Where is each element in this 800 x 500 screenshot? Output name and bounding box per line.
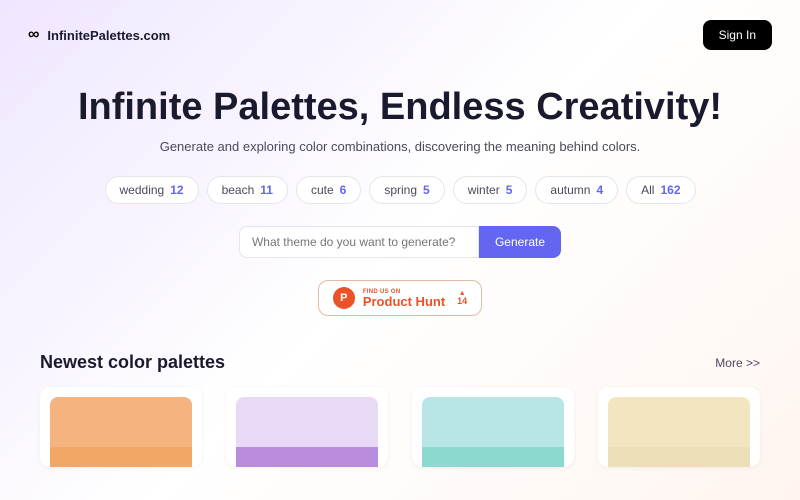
palette-grid [40, 387, 760, 467]
palette-card[interactable] [40, 387, 202, 467]
tag-cute[interactable]: cute 6 [296, 176, 361, 204]
tag-autumn[interactable]: autumn 4 [535, 176, 618, 204]
tag-count: 5 [506, 183, 513, 197]
palette-card[interactable] [598, 387, 760, 467]
color-swatch [236, 447, 378, 467]
producthunt-votes: 14 [457, 297, 467, 306]
color-swatch [608, 447, 750, 467]
tag-label: cute [311, 183, 334, 197]
tag-winter[interactable]: winter 5 [453, 176, 528, 204]
tag-count: 4 [596, 183, 603, 197]
tag-label: autumn [550, 183, 590, 197]
palette-card[interactable] [226, 387, 388, 467]
tag-count: 5 [423, 183, 430, 197]
tag-count: 162 [660, 183, 680, 197]
palette-card[interactable] [412, 387, 574, 467]
tag-label: wedding [120, 183, 165, 197]
tag-count: 12 [170, 183, 183, 197]
tag-label: spring [384, 183, 417, 197]
infinity-icon: ∞ [28, 26, 39, 44]
hero-title: Infinite Palettes, Endless Creativity! [20, 86, 780, 129]
producthunt-icon: P [333, 287, 355, 309]
tag-count: 6 [340, 183, 347, 197]
producthunt-badge[interactable]: P FIND US ON Product Hunt ▲ 14 [318, 280, 482, 316]
tag-list: wedding 12 beach 11 cute 6 spring 5 wint… [20, 176, 780, 204]
tag-all[interactable]: All 162 [626, 176, 695, 204]
tag-label: winter [468, 183, 500, 197]
tag-label: All [641, 183, 654, 197]
tag-wedding[interactable]: wedding 12 [105, 176, 199, 204]
color-swatch [608, 397, 750, 447]
tag-beach[interactable]: beach 11 [207, 176, 288, 204]
tag-spring[interactable]: spring 5 [369, 176, 444, 204]
signin-button[interactable]: Sign In [703, 20, 772, 50]
brand-name: InfinitePalettes.com [47, 28, 170, 43]
color-swatch [422, 397, 564, 447]
theme-input[interactable] [239, 226, 479, 258]
tag-count: 11 [260, 183, 273, 197]
tag-label: beach [222, 183, 255, 197]
generate-button[interactable]: Generate [479, 226, 561, 258]
color-swatch [236, 397, 378, 447]
color-swatch [50, 447, 192, 467]
more-link[interactable]: More >> [715, 356, 760, 370]
producthunt-name: Product Hunt [363, 295, 445, 308]
section-title: Newest color palettes [40, 352, 225, 373]
color-swatch [422, 447, 564, 467]
brand-logo[interactable]: ∞ InfinitePalettes.com [28, 26, 170, 44]
color-swatch [50, 397, 192, 447]
hero-subtitle: Generate and exploring color combination… [20, 139, 780, 154]
